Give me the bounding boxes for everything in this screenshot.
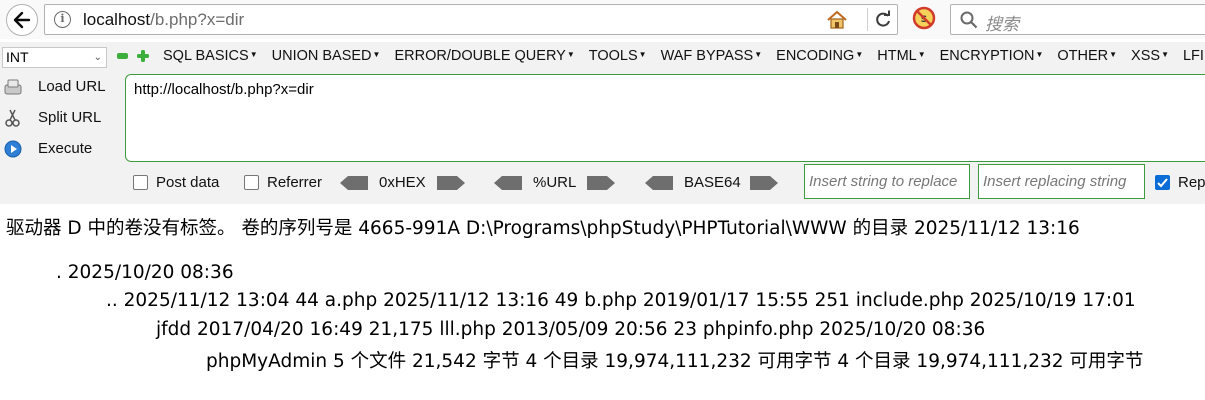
dir-output-line: .. 2025/11/12 13:04 44 a.php 2025/11/12 … xyxy=(106,290,1136,311)
home-icon[interactable] xyxy=(826,9,848,31)
load-url-label: Load URL xyxy=(38,78,106,95)
split-url-label: Split URL xyxy=(38,109,102,126)
hex-label: 0xHEX xyxy=(379,174,426,191)
url-separator xyxy=(867,8,868,31)
menu-html[interactable]: HTML▼ xyxy=(877,48,925,64)
post-data-label: Post data xyxy=(156,174,220,191)
dropdown-triangle-icon: ▼ xyxy=(1161,50,1169,59)
menu-sql-basics[interactable]: SQL BASICS▼ xyxy=(163,48,258,64)
search-box[interactable]: 搜索 xyxy=(950,4,1205,35)
execute-button[interactable]: Execute xyxy=(0,136,120,164)
dir-output-line: 驱动器 D 中的卷没有标签。 卷的序列号是 4665-991A D:\Progr… xyxy=(6,218,1080,239)
url-path: /b.php?x=dir xyxy=(150,10,245,29)
menu-label: XSS xyxy=(1131,48,1161,64)
base64-decode-arrow-icon[interactable] xyxy=(645,176,673,190)
type-select[interactable]: INT ⌄ xyxy=(2,47,107,68)
dropdown-triangle-icon: ▼ xyxy=(372,50,381,59)
insert-replacing-placeholder: Insert replacing string xyxy=(983,173,1127,190)
menu-label: WAF BYPASS xyxy=(660,48,754,64)
back-button[interactable] xyxy=(6,4,38,36)
search-icon xyxy=(960,11,978,29)
minus-icon[interactable] xyxy=(117,53,128,59)
dropdown-triangle-icon: ▼ xyxy=(855,50,864,59)
insert-string-input[interactable]: Insert string to replace xyxy=(804,164,970,199)
dropdown-triangle-icon: ▼ xyxy=(917,50,926,59)
hackbar-menu-bar: INT ⌄ SQL BASICS▼ UNION BASED▼ ERROR/DOU… xyxy=(0,42,1205,72)
insert-string-placeholder: Insert string to replace xyxy=(809,173,958,190)
menu-lfi[interactable]: LFI▼ xyxy=(1183,48,1205,64)
load-url-icon xyxy=(4,79,22,95)
split-url-button[interactable]: Split URL xyxy=(0,105,120,133)
dir-output-line: . 2025/10/20 08:36 xyxy=(56,262,234,283)
menu-waf-bypass[interactable]: WAF BYPASS▼ xyxy=(661,48,763,64)
referrer-checkbox[interactable] xyxy=(244,175,259,190)
menu-label: UNION BASED xyxy=(271,48,372,64)
menu-label: OTHER xyxy=(1057,48,1109,64)
url-decode-arrow-icon[interactable] xyxy=(494,176,522,190)
reload-icon[interactable] xyxy=(873,10,893,30)
noscript-icon[interactable]: S xyxy=(912,6,936,30)
menu-label: HTML xyxy=(877,48,917,64)
hackbar-panel: Load URL Split URL Execute http://localh… xyxy=(0,72,1205,204)
urlenc-label: %URL xyxy=(533,174,577,191)
hackbar-url-textarea[interactable]: http://localhost/b.php?x=dir xyxy=(125,74,1205,162)
page-content: 驱动器 D 中的卷没有标签。 卷的序列号是 4665-991A D:\Progr… xyxy=(0,204,1205,400)
dir-output-line: phpMyAdmin 5 个文件 21,542 字节 4 个目录 19,974,… xyxy=(206,351,1144,372)
replace-all-label: Replace All xyxy=(1178,174,1205,191)
address-bar[interactable]: i localhost/b.php?x=dir xyxy=(44,4,898,35)
site-info-icon[interactable]: i xyxy=(54,11,71,28)
menu-label: ENCRYPTION xyxy=(939,48,1035,64)
execute-label: Execute xyxy=(38,140,93,157)
menu-label: SQL BASICS xyxy=(163,48,249,64)
url-host: localhost xyxy=(83,10,151,29)
menu-label: ERROR/DOUBLE QUERY xyxy=(394,48,566,64)
checkmark-icon xyxy=(1157,178,1168,188)
hex-decode-arrow-icon[interactable] xyxy=(340,176,368,190)
scissors-icon xyxy=(5,109,20,127)
menu-xss[interactable]: XSS▼ xyxy=(1131,48,1169,64)
base64-encode-arrow-icon[interactable] xyxy=(750,176,778,190)
load-url-button[interactable]: Load URL xyxy=(0,74,120,102)
post-data-checkbox[interactable] xyxy=(133,175,148,190)
hex-encode-arrow-icon[interactable] xyxy=(437,176,465,190)
menu-label: TOOLS xyxy=(588,48,638,64)
menu-label: LFI xyxy=(1182,48,1204,64)
menu-label: ENCODING xyxy=(776,48,855,64)
menu-encryption[interactable]: ENCRYPTION▼ xyxy=(940,48,1044,64)
address-text[interactable]: localhost/b.php?x=dir xyxy=(83,10,244,30)
menu-other[interactable]: OTHER▼ xyxy=(1057,48,1117,64)
dropdown-triangle-icon: ▼ xyxy=(754,50,763,59)
browser-toolbar: i localhost/b.php?x=dir S 搜索 xyxy=(0,0,1205,39)
menu-tools[interactable]: TOOLS▼ xyxy=(589,48,647,64)
plus-icon[interactable] xyxy=(137,50,149,62)
type-select-value: INT xyxy=(6,49,29,65)
insert-replacing-input[interactable]: Insert replacing string xyxy=(978,164,1145,199)
search-placeholder: 搜索 xyxy=(985,15,1019,35)
referrer-label: Referrer xyxy=(267,174,323,191)
base64-label: BASE64 xyxy=(684,174,741,191)
hackbar-menu: SQL BASICS▼ UNION BASED▼ ERROR/DOUBLE QU… xyxy=(163,48,1205,64)
dropdown-triangle-icon: ▼ xyxy=(1109,50,1118,59)
hackbar-url-value: http://localhost/b.php?x=dir xyxy=(134,81,314,98)
dir-output-line: jfdd 2017/04/20 16:49 21,175 lll.php 201… xyxy=(156,319,986,340)
hackbar-options-row: Post data Referrer 0xHEX %URL BASE64 Ins… xyxy=(0,164,1205,202)
back-arrow-icon xyxy=(13,11,31,29)
dropdown-triangle-icon: ▼ xyxy=(638,50,647,59)
dropdown-triangle-icon: ▼ xyxy=(1035,50,1044,59)
url-encode-arrow-icon[interactable] xyxy=(587,176,615,190)
play-icon xyxy=(4,140,22,158)
menu-union-based[interactable]: UNION BASED▼ xyxy=(272,48,381,64)
dropdown-triangle-icon: ▼ xyxy=(566,50,575,59)
dropdown-triangle-icon: ▼ xyxy=(249,50,258,59)
menu-error-double-query[interactable]: ERROR/DOUBLE QUERY▼ xyxy=(394,48,574,64)
replace-all-checkbox[interactable] xyxy=(1155,175,1170,190)
chevron-down-icon: ⌄ xyxy=(93,52,102,63)
menu-encoding[interactable]: ENCODING▼ xyxy=(776,48,863,64)
